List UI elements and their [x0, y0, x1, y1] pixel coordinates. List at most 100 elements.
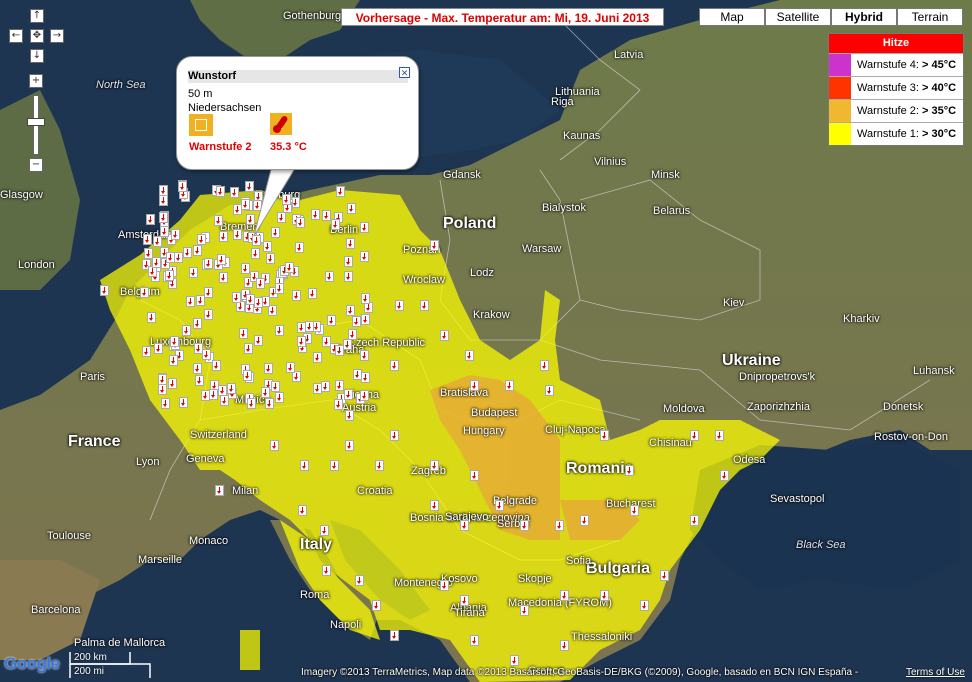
warning-marker-icon[interactable] — [520, 520, 529, 531]
warning-marker-icon[interactable] — [470, 470, 479, 481]
warning-marker-icon[interactable] — [214, 215, 223, 226]
warning-marker-icon[interactable] — [147, 312, 156, 323]
warning-marker-icon[interactable] — [212, 360, 221, 371]
warning-marker-icon[interactable] — [263, 241, 272, 252]
warning-marker-icon[interactable] — [347, 203, 356, 214]
warning-marker-icon[interactable] — [420, 300, 429, 311]
warning-marker-icon[interactable] — [142, 346, 151, 357]
warning-marker-icon[interactable] — [241, 263, 250, 274]
map-type-terrain-button[interactable]: Terrain — [897, 8, 963, 26]
warning-marker-icon[interactable] — [625, 465, 634, 476]
warning-marker-icon[interactable] — [220, 395, 229, 406]
warning-marker-icon[interactable] — [243, 370, 252, 381]
warning-marker-icon[interactable] — [336, 186, 345, 197]
warning-marker-icon[interactable] — [270, 440, 279, 451]
warning-marker-icon[interactable] — [165, 270, 174, 281]
warning-marker-icon[interactable] — [275, 325, 284, 336]
warning-marker-icon[interactable] — [264, 363, 273, 374]
warning-marker-icon[interactable] — [265, 398, 274, 409]
terms-of-use-link[interactable]: Terms of Use — [906, 667, 965, 678]
warning-marker-icon[interactable] — [313, 352, 322, 363]
warning-marker-icon[interactable] — [153, 236, 162, 247]
warning-marker-icon[interactable] — [327, 315, 336, 326]
warning-marker-icon[interactable] — [440, 580, 449, 591]
warning-marker-icon[interactable] — [430, 500, 439, 511]
warning-marker-icon[interactable] — [219, 231, 228, 242]
warning-marker-icon[interactable] — [320, 525, 329, 536]
warning-marker-icon[interactable] — [395, 300, 404, 311]
warning-marker-icon[interactable] — [690, 430, 699, 441]
warning-marker-icon[interactable] — [174, 252, 183, 263]
warning-marker-icon[interactable] — [470, 380, 479, 391]
warning-marker-icon[interactable] — [430, 240, 439, 251]
warning-marker-icon[interactable] — [168, 378, 177, 389]
warning-marker-icon[interactable] — [360, 350, 369, 361]
warning-marker-icon[interactable] — [335, 345, 344, 356]
warning-marker-icon[interactable] — [197, 234, 206, 245]
warning-marker-icon[interactable] — [540, 360, 549, 371]
warning-marker-icon[interactable] — [219, 272, 228, 283]
zoom-in-button[interactable]: + — [29, 74, 43, 88]
warning-marker-icon[interactable] — [239, 328, 248, 339]
warning-marker-icon[interactable] — [251, 248, 260, 259]
warning-marker-icon[interactable] — [495, 500, 504, 511]
map-type-hybrid-button[interactable]: Hybrid — [831, 8, 897, 26]
warning-marker-icon[interactable] — [216, 186, 225, 197]
warning-marker-icon[interactable] — [355, 575, 364, 586]
warning-marker-icon[interactable] — [169, 355, 178, 366]
warning-marker-icon[interactable] — [143, 234, 152, 245]
warning-marker-icon[interactable] — [510, 655, 519, 666]
warning-marker-icon[interactable] — [325, 271, 334, 282]
map-type-satellite-button[interactable]: Satellite — [765, 8, 831, 26]
warning-marker-icon[interactable] — [140, 287, 149, 298]
warning-marker-icon[interactable] — [204, 309, 213, 320]
warning-marker-icon[interactable] — [158, 374, 167, 385]
warning-marker-icon[interactable] — [186, 296, 195, 307]
warning-marker-icon[interactable] — [254, 297, 263, 308]
warning-marker-icon[interactable] — [217, 254, 226, 265]
warning-marker-icon[interactable] — [600, 430, 609, 441]
warning-marker-icon[interactable] — [360, 390, 369, 401]
warning-marker-icon[interactable] — [343, 339, 352, 350]
warning-marker-icon[interactable] — [182, 325, 191, 336]
warning-marker-icon[interactable] — [361, 293, 370, 304]
warning-marker-icon[interactable] — [465, 350, 474, 361]
warning-marker-icon[interactable] — [334, 399, 343, 410]
warning-marker-icon[interactable] — [440, 330, 449, 341]
warning-marker-icon[interactable] — [520, 605, 529, 616]
warning-marker-icon[interactable] — [193, 363, 202, 374]
warning-marker-icon[interactable] — [505, 380, 514, 391]
google-logo[interactable]: Google — [4, 654, 60, 674]
warning-marker-icon[interactable] — [460, 520, 469, 531]
warning-marker-icon[interactable] — [660, 570, 669, 581]
warning-marker-icon[interactable] — [170, 336, 179, 347]
warning-marker-icon[interactable] — [194, 343, 203, 354]
warning-marker-icon[interactable] — [209, 389, 218, 400]
warning-marker-icon[interactable] — [390, 630, 399, 641]
warning-marker-icon[interactable] — [271, 381, 280, 392]
warning-marker-icon[interactable] — [275, 283, 284, 294]
pan-right-button[interactable]: → — [50, 29, 64, 43]
warning-marker-icon[interactable] — [159, 195, 168, 206]
warning-marker-icon[interactable] — [189, 267, 198, 278]
warning-marker-icon[interactable] — [159, 212, 168, 223]
warning-marker-icon[interactable] — [375, 460, 384, 471]
warning-marker-icon[interactable] — [344, 256, 353, 267]
warning-marker-icon[interactable] — [361, 372, 370, 383]
warning-marker-icon[interactable] — [161, 398, 170, 409]
warning-marker-icon[interactable] — [144, 248, 153, 259]
warning-marker-icon[interactable] — [232, 292, 241, 303]
warning-marker-icon[interactable] — [154, 343, 163, 354]
warning-marker-icon[interactable] — [300, 460, 309, 471]
warning-marker-icon[interactable] — [390, 360, 399, 371]
warning-marker-icon[interactable] — [345, 410, 354, 421]
warning-marker-icon[interactable] — [430, 460, 439, 471]
warning-marker-icon[interactable] — [179, 397, 188, 408]
map-type-map-button[interactable]: Map — [699, 8, 765, 26]
warning-marker-icon[interactable] — [275, 392, 284, 403]
warning-marker-icon[interactable] — [296, 217, 305, 228]
warning-marker-icon[interactable] — [152, 257, 161, 268]
warning-marker-icon[interactable] — [390, 430, 399, 441]
warning-marker-icon[interactable] — [640, 600, 649, 611]
warning-marker-icon[interactable] — [146, 214, 155, 225]
